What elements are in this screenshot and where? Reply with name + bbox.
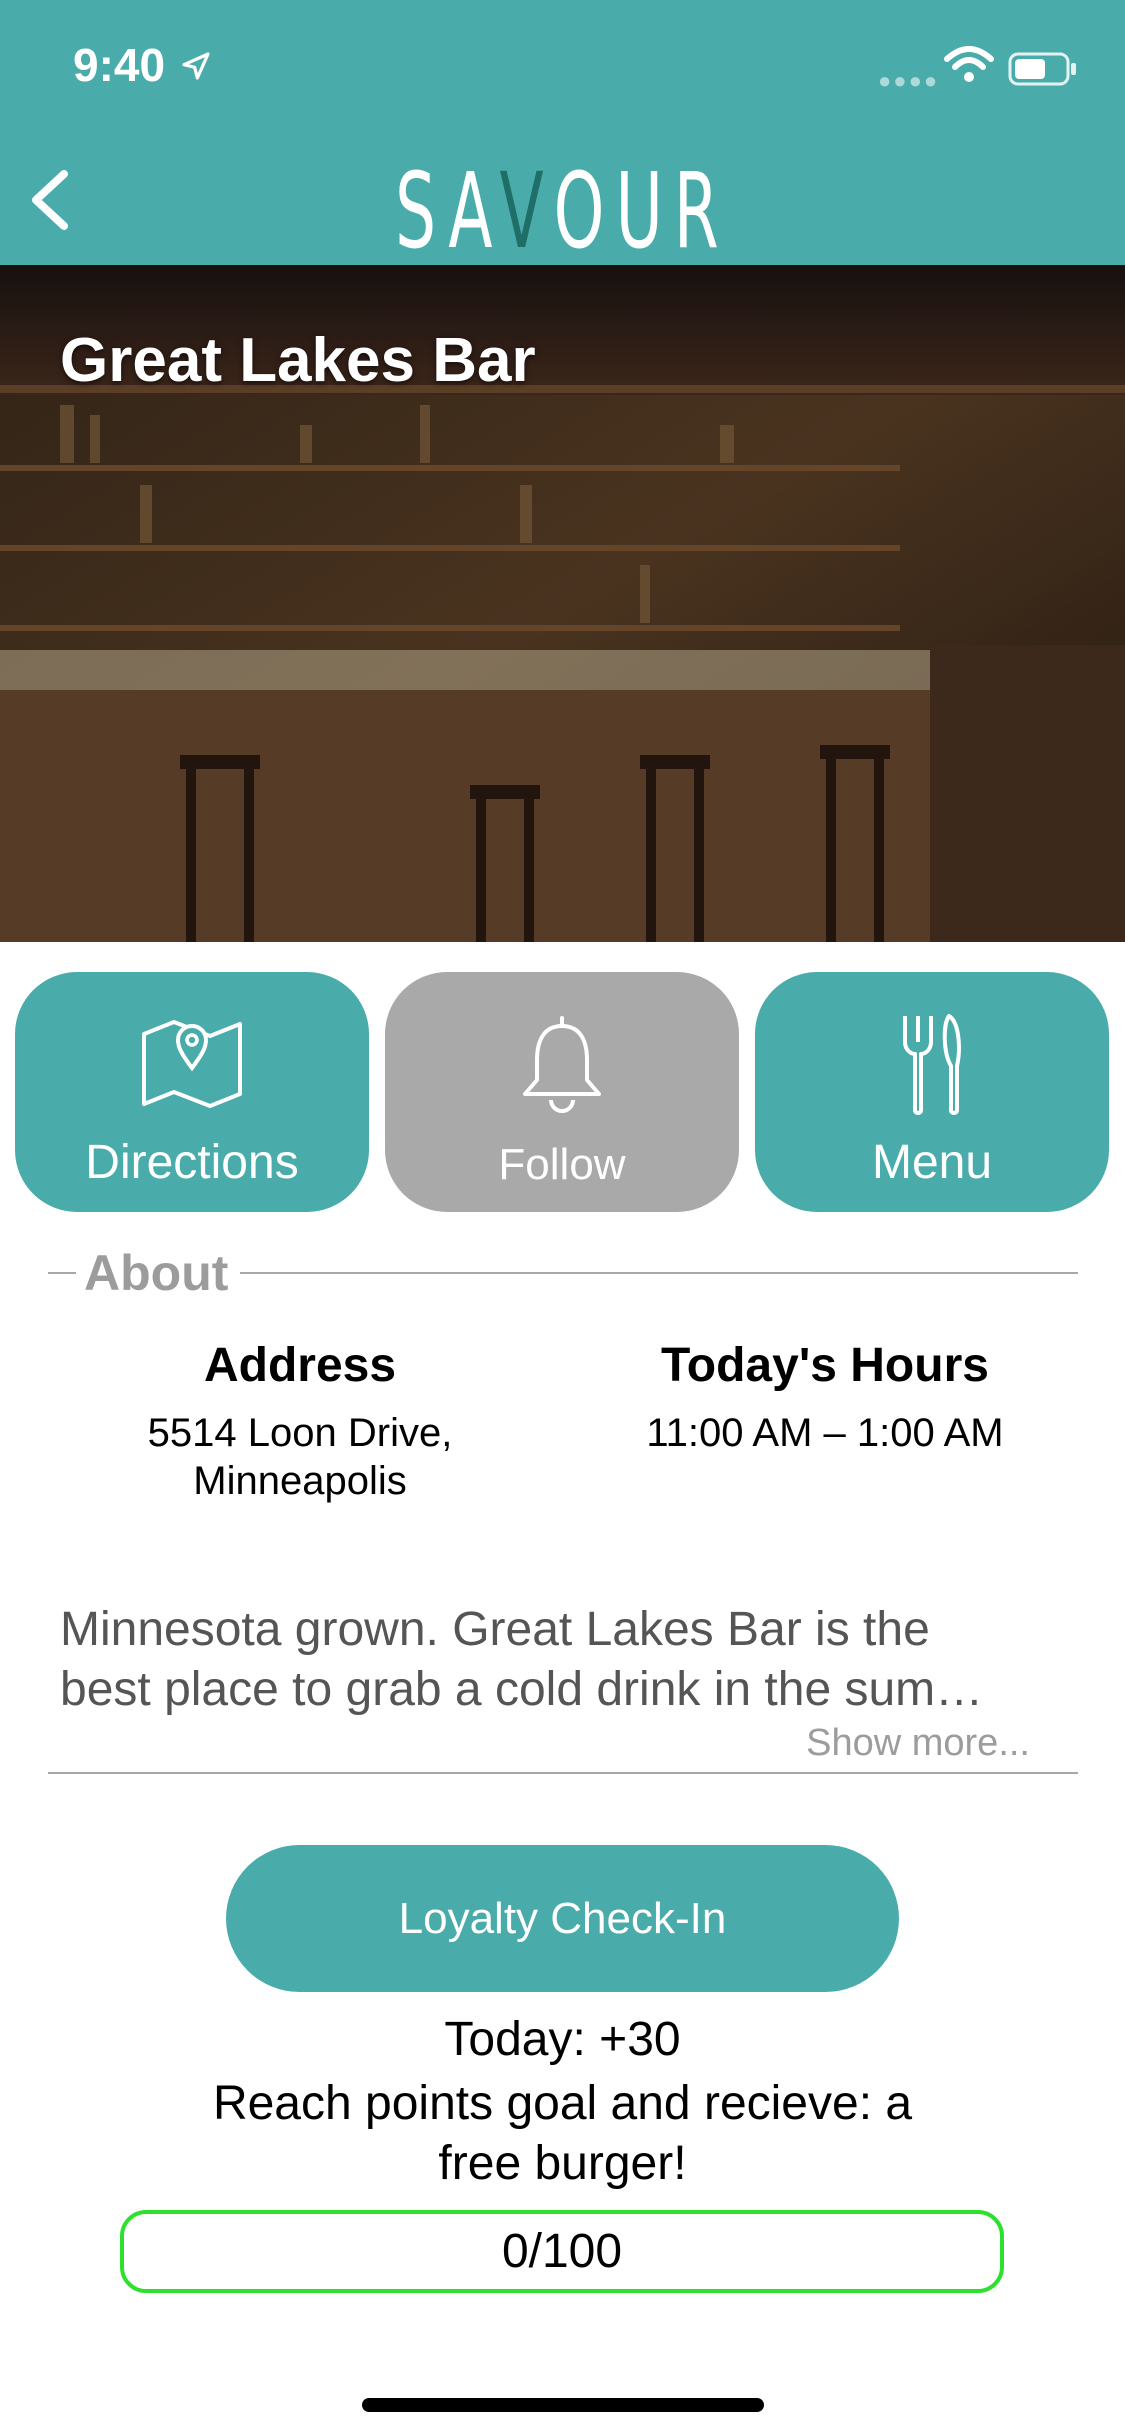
home-indicator[interactable] — [362, 2398, 764, 2412]
hours-value: 11:00 AM – 1:00 AM — [646, 1411, 1004, 1455]
points-progress-bar: 0/100 — [120, 2210, 1004, 2293]
status-time: 9:40 — [73, 39, 166, 91]
about-section-header: About — [48, 1244, 1078, 1304]
progress-label: 0/100 — [501, 2225, 623, 2278]
status-bar: 9:40 ●●●● — [0, 0, 1125, 135]
fork-knife-icon — [903, 1014, 961, 1115]
directions-button[interactable]: Directions — [15, 972, 369, 1212]
loyalty-check-in-button[interactable]: Loyalty Check-In — [226, 1845, 899, 1992]
directions-label: Directions — [85, 1136, 299, 1189]
menu-button[interactable]: Menu — [755, 972, 1109, 1212]
divider — [48, 1272, 76, 1274]
address-block: Address 5514 Loon Drive, Minneapolis — [100, 1338, 500, 1505]
hours-block: Today's Hours 11:00 AM – 1:00 AM — [620, 1338, 1030, 1457]
menu-label: Menu — [871, 1136, 993, 1189]
address-title: Address — [203, 1339, 397, 1392]
about-heading: About — [84, 1245, 229, 1301]
back-chevron-icon[interactable] — [20, 160, 80, 240]
venue-description: Minnesota grown. Great Lakes Bar is the … — [60, 1603, 984, 1716]
hours-title: Today's Hours — [661, 1339, 989, 1392]
follow-label: Follow — [498, 1140, 626, 1189]
signal-icon: ●●●● — [878, 68, 940, 93]
action-buttons: Directions Follow Menu — [0, 972, 1125, 1212]
wifi-icon — [944, 46, 994, 82]
map-pin-icon — [142, 1020, 242, 1108]
reward-text: Reach points goal and recieve: a free bu… — [212, 2077, 913, 2190]
battery-icon — [1008, 52, 1076, 86]
today-points: Today: +30 — [444, 2013, 681, 2066]
divider — [48, 1772, 1078, 1774]
show-more-link[interactable]: Show more... — [806, 1722, 1030, 1765]
address-value: 5514 Loon Drive, Minneapolis — [147, 1411, 453, 1503]
divider — [240, 1272, 1078, 1274]
bell-icon — [523, 1016, 601, 1113]
venue-title: Great Lakes Bar — [60, 326, 536, 395]
brand-logo: SAVOUR — [395, 150, 730, 272]
follow-button[interactable]: Follow — [385, 972, 739, 1212]
location-arrow-icon — [182, 52, 210, 80]
hero-image: Great Lakes Bar — [0, 265, 1125, 942]
